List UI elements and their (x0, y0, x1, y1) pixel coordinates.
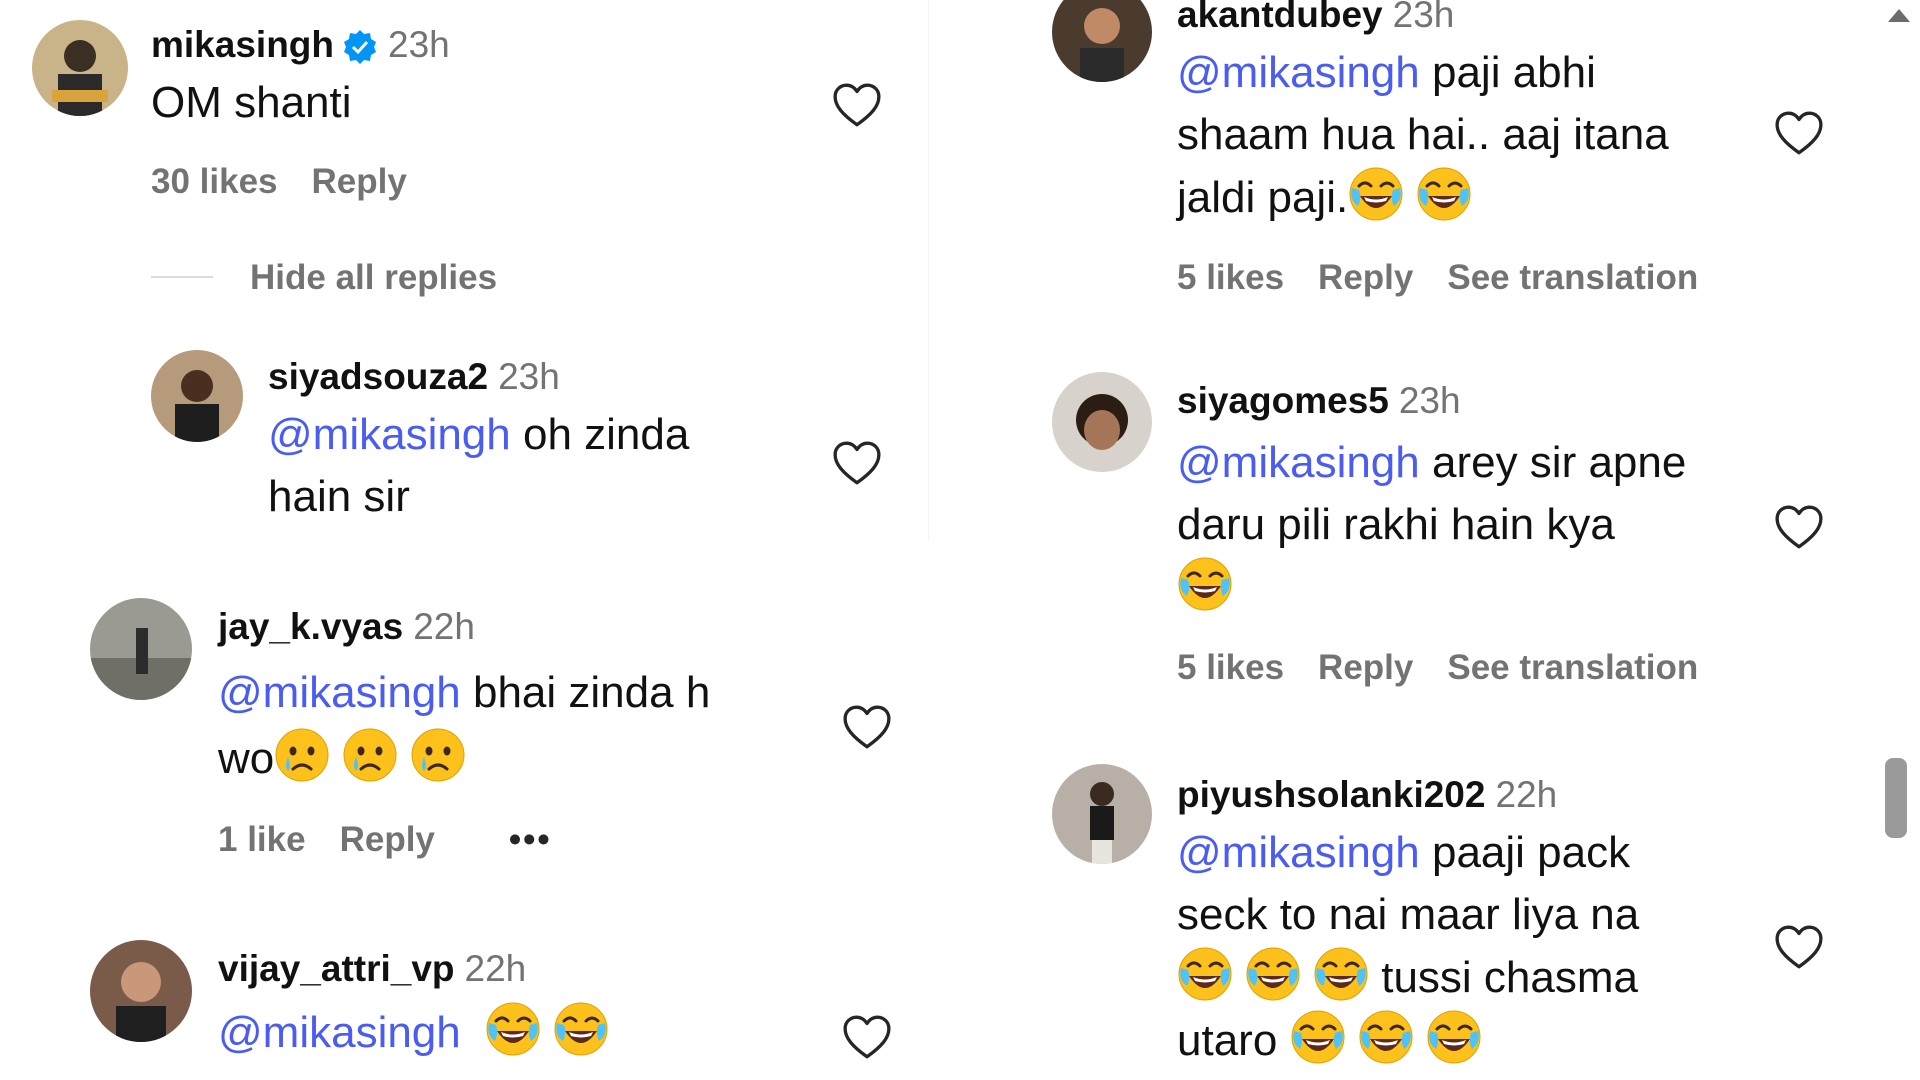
likes-count[interactable]: 5 likes (1177, 258, 1284, 298)
crying-face-emoji (410, 727, 466, 783)
face-with-tears-of-joy-emoji (1177, 946, 1233, 1002)
avatar[interactable] (32, 20, 128, 116)
comment-username[interactable]: akantdubey 23h (1177, 0, 1454, 36)
comment-text-body: paaji pack (1419, 828, 1631, 877)
username-text[interactable]: piyushsolanki202 (1177, 774, 1485, 815)
comment-text-body: oh zinda (510, 410, 690, 459)
comment-text-body: wo (218, 734, 275, 783)
comment-meta: 30 likes Reply (151, 162, 441, 202)
comment-text: @mikasingh paaji pack seck to nai maar l… (1177, 822, 1777, 1072)
comment-text: @mikasingh bhai zinda h wo (218, 660, 818, 792)
comment-text-body: daru pili rakhi hain kya (1177, 500, 1615, 549)
comment-text-body: hain sir (268, 472, 410, 521)
comment-text-body: paji abhi (1419, 48, 1596, 97)
left-comment-thread-bottom: jay_k.vyas 22h @mikasingh bhai zinda h wo… (0, 540, 946, 1080)
comment-text-body: seck to nai maar liya na (1177, 890, 1640, 939)
comment-text: @mikasingh oh zinda hain sir (268, 404, 728, 528)
reply-button[interactable]: Reply (1318, 258, 1413, 298)
comment-time: 23h (1392, 0, 1455, 35)
comment-meta: 5 likes Reply See translation (1177, 258, 1732, 298)
mention-link[interactable]: @mikasingh (1177, 438, 1420, 487)
face-with-tears-of-joy-emoji (1177, 556, 1233, 612)
crying-face-emoji (342, 727, 398, 783)
comment-text-body: jaldi paji. (1177, 173, 1349, 222)
face-with-tears-of-joy-emoji (1416, 166, 1472, 222)
comment-time: 22h (1495, 774, 1558, 815)
mention-link[interactable]: @mikasingh (268, 410, 511, 459)
scroll-up-arrow-icon[interactable] (1884, 4, 1914, 26)
hide-all-replies-button[interactable]: Hide all replies (250, 258, 497, 298)
comment-meta: 5 likes Reply See translation (1177, 648, 1732, 688)
likes-count[interactable]: 30 likes (151, 162, 278, 202)
comment-time: 22h (464, 948, 527, 989)
replies-divider (151, 276, 213, 278)
scrollbar-thumb[interactable] (1885, 758, 1907, 838)
username-text[interactable]: siyagomes5 (1177, 380, 1389, 421)
verified-badge-icon (344, 30, 376, 65)
username-text[interactable]: siyadsouza2 (268, 356, 488, 397)
comment-username[interactable]: vijay_attri_vp 22h (218, 948, 526, 990)
like-heart-icon[interactable] (842, 1014, 892, 1060)
face-with-tears-of-joy-emoji (1245, 946, 1301, 1002)
see-translation-button[interactable]: See translation (1447, 648, 1698, 688)
comment-username[interactable]: mikasingh 23h (151, 24, 450, 66)
face-with-tears-of-joy-emoji (1313, 946, 1369, 1002)
mention-link[interactable]: @mikasingh (1177, 48, 1420, 97)
mention-link[interactable]: @mikasingh (218, 668, 461, 717)
comment-time: 23h (1398, 380, 1461, 421)
avatar[interactable] (151, 350, 243, 442)
face-with-tears-of-joy-emoji (1358, 1009, 1414, 1065)
avatar[interactable] (1052, 764, 1152, 864)
username-text[interactable]: vijay_attri_vp (218, 948, 455, 989)
username-text[interactable]: akantdubey (1177, 0, 1383, 35)
avatar[interactable] (1052, 0, 1152, 82)
comment-username[interactable]: piyushsolanki202 22h (1177, 774, 1557, 816)
comment-username[interactable]: siyadsouza2 23h (268, 356, 560, 398)
comment-time: 23h (388, 24, 450, 65)
more-options-button[interactable]: ••• (509, 820, 552, 860)
see-translation-button[interactable]: See translation (1447, 258, 1698, 298)
avatar[interactable] (90, 598, 192, 700)
avatar[interactable] (90, 940, 192, 1042)
left-comment-thread-top: mikasingh 23h OM shanti 30 likes Reply Hid… (0, 0, 928, 540)
crying-face-emoji (274, 727, 330, 783)
username-text[interactable]: jay_k.vyas (218, 606, 403, 647)
reply-button[interactable]: Reply (312, 162, 407, 202)
like-heart-icon[interactable] (1774, 110, 1824, 156)
like-heart-icon[interactable] (832, 440, 882, 486)
reply-button[interactable]: Reply (1318, 648, 1413, 688)
comment-text: @mikasingh paji abhi shaam hua hai.. aaj… (1177, 42, 1777, 229)
comment-text-body: arey sir apne (1419, 438, 1687, 487)
likes-count[interactable]: 5 likes (1177, 648, 1284, 688)
username-text[interactable]: mikasingh (151, 24, 334, 65)
comment-time: 23h (498, 356, 560, 397)
comment-text-body: OM shanti (151, 78, 352, 127)
face-with-tears-of-joy-emoji (553, 1001, 609, 1057)
comment-text-body: shaam hua hai.. aaj itana (1177, 110, 1669, 159)
face-with-tears-of-joy-emoji (1290, 1009, 1346, 1065)
comment-text: @mikasingh arey sir apne daru pili rakhi… (1177, 432, 1777, 619)
comment-text-body: utaro (1177, 1016, 1290, 1065)
like-heart-icon[interactable] (1774, 504, 1824, 550)
comment-username[interactable]: jay_k.vyas 22h (218, 606, 475, 648)
right-comment-thread: akantdubey 23h @mikasingh paji abhi shaam… (929, 0, 1920, 1080)
mention-link[interactable]: @mikasingh (1177, 828, 1420, 877)
avatar[interactable] (1052, 372, 1152, 472)
like-heart-icon[interactable] (832, 82, 882, 128)
face-with-tears-of-joy-emoji (1348, 166, 1404, 222)
comment-text: @mikasingh (218, 1000, 609, 1066)
likes-count[interactable]: 1 like (218, 820, 306, 860)
face-with-tears-of-joy-emoji (485, 1001, 541, 1057)
comment-text-body: bhai zinda h (460, 668, 711, 717)
mention-link[interactable]: @mikasingh (218, 1008, 461, 1057)
face-with-tears-of-joy-emoji (1426, 1009, 1482, 1065)
comment-username[interactable]: siyagomes5 23h (1177, 380, 1461, 422)
comment-text-body: tussi chasma (1369, 953, 1638, 1002)
comment-time: 22h (413, 606, 475, 647)
comment-meta: 1 like Reply ••• (218, 820, 586, 860)
like-heart-icon[interactable] (842, 704, 892, 750)
comment-text: OM shanti (151, 72, 352, 134)
reply-button[interactable]: Reply (340, 820, 435, 860)
like-heart-icon[interactable] (1774, 924, 1824, 970)
